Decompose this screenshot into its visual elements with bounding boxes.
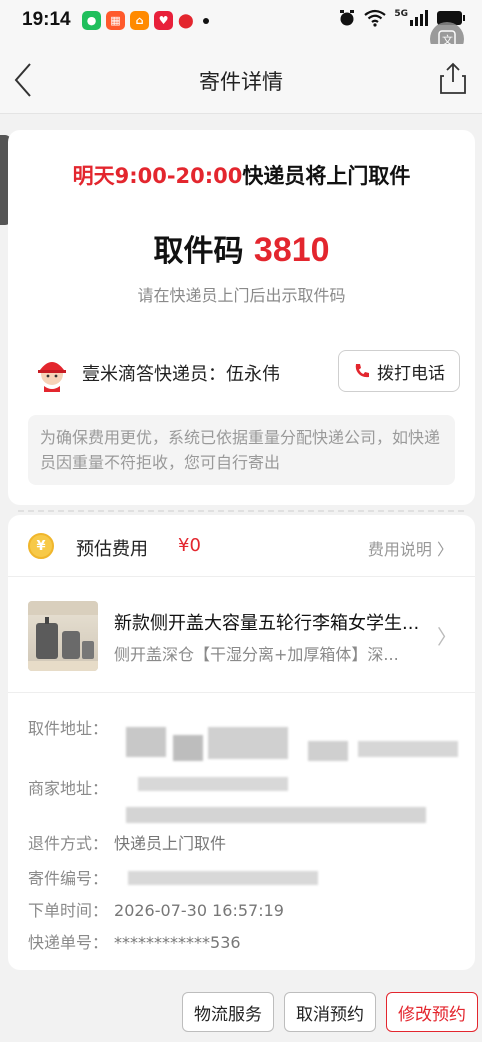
- wechat-icon: ●: [82, 11, 101, 30]
- product-subtitle: 侧开盖深仓【干湿分离+加厚箱体】深...: [114, 645, 399, 664]
- notification-dot: [202, 17, 209, 24]
- share-icon[interactable]: [438, 60, 468, 96]
- network-type: 5G: [394, 9, 408, 19]
- nav-bar: 寄件详情: [0, 44, 482, 114]
- tracking-number-label: 快递单号：: [28, 933, 109, 952]
- return-method-label: 退件方式：: [28, 834, 109, 853]
- return-method-row: 退件方式： 快递员上门取件: [28, 830, 226, 854]
- cancel-booking-button[interactable]: 取消预约: [284, 992, 376, 1032]
- redacted-block: [173, 735, 203, 761]
- courier-row: 壹米滴答快递员：伍永伟 拨打电话: [30, 350, 460, 394]
- logistics-service-button[interactable]: 物流服务: [182, 992, 274, 1032]
- phone-icon: [355, 364, 369, 378]
- alarm-icon: [340, 10, 355, 26]
- tracking-number-value: ************536: [114, 933, 241, 952]
- fee-explanation-link[interactable]: 费用说明 〉: [368, 536, 453, 560]
- call-button[interactable]: 拨打电话: [338, 350, 460, 392]
- pickup-time-window: 明天9:00-20:00: [72, 164, 243, 188]
- redacted-block: [128, 871, 318, 885]
- fee-label: 预估费用: [76, 539, 148, 560]
- pickup-address-label: 取件地址：: [28, 719, 109, 738]
- chevron-right-icon: 〉: [436, 540, 453, 559]
- courier-name: 壹米滴答快递员：伍永伟: [82, 364, 280, 385]
- product-row[interactable]: 新款侧开盖大容量五轮行李箱女学生... 侧开盖深仓【干湿分离+加厚箱体】深...…: [8, 577, 475, 693]
- merchant-address-row: 商家地址：: [28, 775, 108, 799]
- status-time: 19:14: [22, 9, 71, 30]
- shopping-icon: ♥: [154, 11, 173, 30]
- redacted-block: [126, 807, 426, 823]
- redacted-block: [358, 741, 458, 757]
- shipping-number-row: 寄件编号：: [28, 865, 108, 889]
- order-time-label: 下单时间：: [28, 901, 109, 920]
- product-thumbnail: [28, 601, 98, 671]
- fee-link-label: 费用说明: [367, 540, 432, 559]
- return-method-value: 快递员上门取件: [114, 834, 227, 853]
- pickup-code-value: 3810: [253, 231, 330, 269]
- pickup-code: 取件码 3810: [8, 226, 475, 270]
- fee-value: ¥0: [178, 535, 201, 556]
- redacted-block: [308, 741, 348, 761]
- bottom-action-bar: 物流服务 取消预约 修改预约: [0, 980, 482, 1042]
- status-bar: 19:14 ● ▦ ⌂ ♥ ⬤ 5G: [0, 0, 482, 44]
- weight-notice: 为确保费用更优，系统已依据重量分配快递公司，如快递员因重量不符拒收，您可自行寄出: [28, 415, 455, 485]
- status-app-icons: ● ▦ ⌂ ♥ ⬤: [82, 11, 209, 30]
- product-title: 新款侧开盖大容量五轮行李箱女学生...: [114, 613, 420, 634]
- redacted-block: [208, 727, 288, 759]
- pickup-address-row: 取件地址：: [28, 715, 108, 739]
- modify-booking-button[interactable]: 修改预约: [386, 992, 478, 1032]
- pickup-code-hint: 请在快递员上门后出示取件码: [137, 286, 346, 305]
- signal-icon: [410, 10, 428, 26]
- chevron-right-icon: 〉: [437, 625, 457, 649]
- wifi-icon: [364, 9, 387, 27]
- page-title: 寄件详情: [199, 70, 283, 94]
- call-button-label: 拨打电话: [377, 363, 445, 384]
- shipping-number-label: 寄件编号：: [28, 869, 109, 888]
- order-details-card: ¥ 预估费用 ¥0 费用说明 〉 新款侧开盖大容量五轮行李箱女学生... 侧开盖…: [8, 515, 475, 970]
- redacted-block: [126, 727, 166, 757]
- merchant-address-label: 商家地址：: [28, 779, 109, 798]
- dashed-divider: [18, 510, 464, 512]
- location-icon: ⬤: [178, 12, 194, 29]
- fee-row[interactable]: ¥ 预估费用 ¥0 费用说明 〉: [8, 515, 475, 577]
- luggage-image: [28, 601, 98, 671]
- pickup-time-suffix: 快递员将上门取件: [242, 164, 411, 188]
- redacted-block: [138, 777, 288, 791]
- taobao-icon: ⌂: [130, 11, 149, 30]
- order-time-row: 下单时间： 2026-07-30 16:57:19: [28, 897, 284, 921]
- pickup-code-label: 取件码: [153, 234, 244, 269]
- coin-icon: ¥: [28, 533, 54, 559]
- pickup-card: 明天9:00-20:00快递员将上门取件 取件码 3810 请在快递员上门后出示…: [8, 130, 475, 505]
- tracking-number-row: 快递单号： ************536: [28, 929, 241, 953]
- app-icon: ▦: [106, 11, 125, 30]
- courier-avatar-icon: [38, 362, 66, 392]
- pickup-time-text: 明天9:00-20:00快递员将上门取件: [8, 160, 475, 190]
- order-time-value: 2026-07-30 16:57:19: [114, 901, 284, 920]
